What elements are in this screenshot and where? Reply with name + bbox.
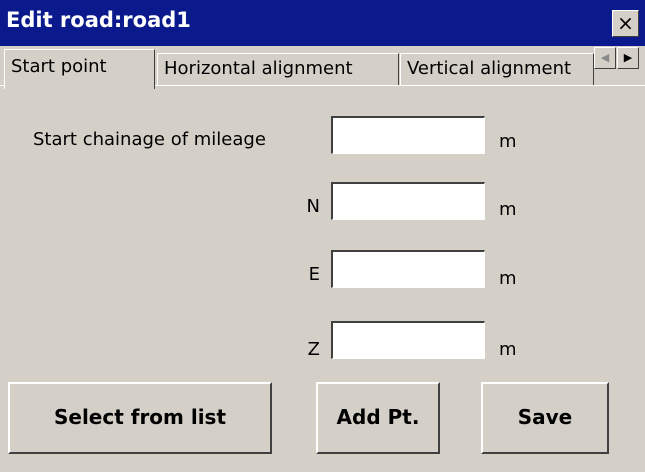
tab-bar: Start point Horizontal alignment Vertica…	[0, 46, 645, 89]
tab-label: Horizontal alignment	[164, 58, 353, 79]
close-button[interactable]: ×	[612, 10, 639, 37]
n-input[interactable]	[331, 182, 485, 220]
arrow-right-icon: ▶	[623, 51, 633, 64]
save-button[interactable]: Save	[481, 382, 609, 454]
select-from-list-button[interactable]: Select from list	[8, 382, 272, 454]
title-bar: Edit road:road1 ×	[0, 0, 645, 46]
n-unit: m	[499, 199, 517, 220]
n-label: N	[306, 196, 320, 217]
start-chainage-input[interactable]	[331, 116, 485, 154]
window-title: Edit road:road1	[6, 8, 191, 32]
tab-label: Vertical alignment	[407, 58, 572, 79]
tab-scroll-left-button[interactable]: ◀	[594, 47, 616, 69]
e-label: E	[308, 264, 320, 285]
tab-scroll-right-button[interactable]: ▶	[617, 47, 639, 69]
add-point-button[interactable]: Add Pt.	[316, 382, 440, 454]
tab-vertical-alignment[interactable]: Vertical alignment	[400, 53, 594, 85]
close-icon: ×	[617, 11, 634, 35]
e-input[interactable]	[331, 250, 485, 288]
tab-label: Start point	[11, 56, 107, 77]
start-chainage-unit: m	[499, 131, 517, 152]
start-chainage-label: Start chainage of mileage	[33, 129, 266, 150]
z-label: Z	[307, 339, 320, 360]
tab-start-point[interactable]: Start point	[4, 49, 155, 89]
arrow-left-icon: ◀	[600, 51, 610, 64]
z-unit: m	[499, 339, 517, 360]
tab-horizontal-alignment[interactable]: Horizontal alignment	[157, 53, 399, 85]
e-unit: m	[499, 268, 517, 289]
z-input[interactable]	[331, 321, 485, 359]
